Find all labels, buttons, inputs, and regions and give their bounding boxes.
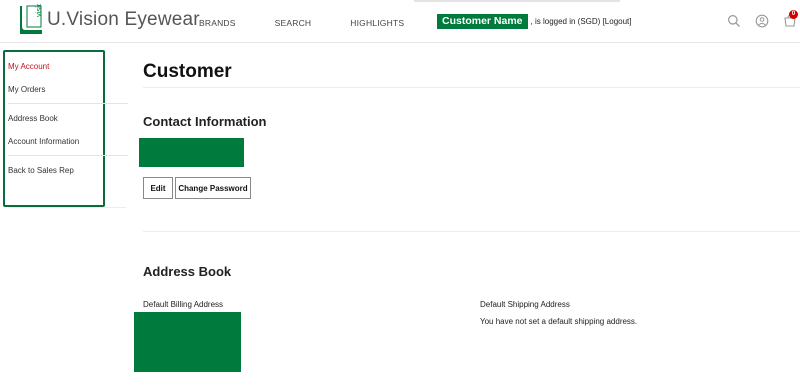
login-status-text: , is logged in (SGD) (530, 17, 601, 26)
customer-name-badge: Customer Name (437, 14, 528, 29)
address-book-title: Address Book (143, 264, 232, 279)
brand-name: U.Vision Eyewear (47, 9, 200, 30)
login-status: Customer Name , is logged in (SGD) [Logo… (437, 14, 632, 29)
sidebar-item-my-orders[interactable]: My Orders (8, 85, 45, 94)
default-billing-address-label: Default Billing Address (143, 300, 224, 309)
sidebar-divider (8, 155, 128, 156)
nav-item-highlights[interactable]: HIGHLIGHTS (350, 18, 404, 28)
account-sidebar: My Account My Orders Address Book Accoun… (3, 50, 128, 207)
default-shipping-address-label: Default Shipping Address (480, 300, 570, 309)
sidebar-divider (8, 103, 128, 104)
sidebar-item-address-book[interactable]: Address Book (8, 114, 58, 123)
logout-link[interactable]: [Logout] (603, 17, 632, 26)
svg-text:vision: vision (34, 4, 43, 17)
nav-item-search[interactable]: SEARCH (275, 18, 312, 28)
user-icon[interactable] (755, 14, 769, 28)
sidebar-item-back-to-sales-rep[interactable]: Back to Sales Rep (8, 166, 74, 175)
default-shipping-address-text: You have not set a default shipping addr… (480, 317, 638, 326)
brand-logo-mark: vision (18, 0, 44, 36)
contact-details-redacted (139, 138, 244, 167)
sidebar-item-account-information[interactable]: Account Information (8, 137, 79, 146)
title-divider (143, 87, 800, 88)
header-top-strip (414, 0, 620, 2)
page-title: Customer (143, 61, 232, 82)
main-nav: BRANDS SEARCH HIGHLIGHTS (199, 18, 443, 28)
nav-item-brands[interactable]: BRANDS (199, 18, 236, 28)
sidebar-item-my-account[interactable]: My Account (8, 62, 49, 71)
billing-address-redacted (134, 312, 241, 372)
site-header: vision U.Vision Eyewear BRANDS SEARCH HI… (0, 0, 800, 43)
brand-logo[interactable]: vision U.Vision Eyewear (18, 0, 200, 36)
search-icon[interactable] (727, 14, 741, 28)
edit-button[interactable]: Edit (143, 177, 173, 199)
change-password-button[interactable]: Change Password (175, 177, 251, 199)
cart-count-badge: 0 (789, 10, 798, 19)
sidebar-bottom-divider (8, 207, 126, 208)
section-divider (143, 231, 800, 232)
contact-information-title: Contact Information (143, 114, 267, 129)
